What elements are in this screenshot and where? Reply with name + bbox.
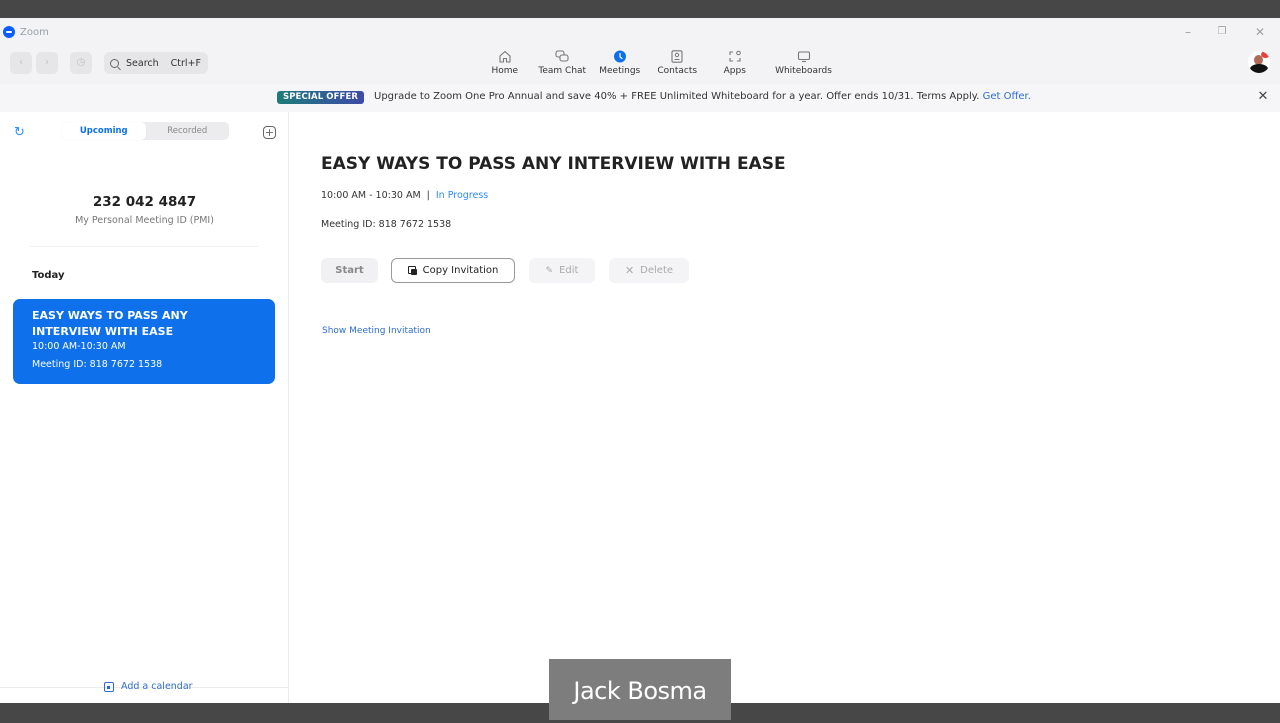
clock-icon <box>613 50 627 63</box>
search-box[interactable]: Search Ctrl+F <box>104 52 208 74</box>
chevron-left-icon: ‹ <box>19 57 23 68</box>
main-nav: Home Team Chat Meetings Contacts Apps Wh… <box>476 50 844 76</box>
separator: | <box>426 190 430 201</box>
add-calendar-label: Add a calendar <box>121 681 193 692</box>
speaker-name-tag: Jack Bosma <box>549 659 731 720</box>
nav-contacts[interactable]: Contacts <box>649 50 707 76</box>
meeting-item-title: EASY WAYS TO PASS ANY INTERVIEW WITH EAS… <box>32 309 188 338</box>
nav-team-chat-label: Team Chat <box>538 66 587 76</box>
show-invitation-link[interactable]: Show Meeting Invitation <box>322 326 431 336</box>
get-offer-link[interactable]: Get Offer. <box>983 91 1031 102</box>
meeting-time-row: 10:00 AM - 10:30 AM | In Progress <box>321 190 488 201</box>
pmi-number: 232 042 4847 <box>92 194 197 210</box>
pmi-label: My Personal Meeting ID (PMI) <box>75 215 214 226</box>
nav-contacts-label: Contacts <box>657 66 698 76</box>
app-title-text: Zoom <box>20 26 49 38</box>
meeting-list-item[interactable]: EASY WAYS TO PASS ANY INTERVIEW WITH EAS… <box>13 299 275 384</box>
nav-home[interactable]: Home <box>476 50 534 76</box>
copy-icon <box>407 266 417 275</box>
nav-meetings-label: Meetings <box>599 66 641 76</box>
offer-text: Upgrade to Zoom One Pro Annual and save … <box>374 91 1031 102</box>
nav-home-label: Home <box>491 66 519 76</box>
zoom-window: Zoom – ❐ ✕ ‹ › ◷ Search Ctrl+F Home Team… <box>0 18 1280 703</box>
chevron-right-icon: › <box>45 57 49 68</box>
search-shortcut: Ctrl+F <box>170 57 201 69</box>
offer-message: Upgrade to Zoom One Pro Annual and save … <box>374 91 983 102</box>
search-label: Search <box>126 57 159 69</box>
add-calendar-link[interactable]: Add a calendar <box>104 681 193 692</box>
meeting-actions: Start Copy Invitation ✎ Edit ✕ Delete <box>321 258 689 283</box>
start-label: Start <box>335 265 364 276</box>
delete-label: Delete <box>640 265 674 276</box>
copy-label: Copy Invitation <box>422 265 499 276</box>
app-title: Zoom <box>3 26 49 38</box>
restore-button[interactable]: ❐ <box>1214 24 1230 40</box>
nav-apps[interactable]: Apps <box>706 50 764 76</box>
meeting-id: Meeting ID: 818 7672 1538 <box>321 219 452 230</box>
start-button[interactable]: Start <box>321 258 378 283</box>
edit-label: Edit <box>559 265 579 276</box>
add-meeting-icon[interactable]: + <box>263 126 276 139</box>
meeting-detail: EASY WAYS TO PASS ANY INTERVIEW WITH EAS… <box>289 112 1280 703</box>
meetings-tabs: Upcoming Recorded <box>62 122 229 140</box>
meeting-title: EASY WAYS TO PASS ANY INTERVIEW WITH EAS… <box>321 154 786 174</box>
meeting-item-id: Meeting ID: 818 7672 1538 <box>32 359 163 370</box>
x-icon: ✕ <box>624 264 635 277</box>
chat-icon <box>555 50 569 63</box>
forward-button[interactable]: › <box>36 52 58 74</box>
pencil-icon: ✎ <box>545 265 554 276</box>
nav-whiteboards-label: Whiteboards <box>775 66 832 76</box>
close-banner-icon[interactable]: ✕ <box>1256 90 1270 104</box>
back-button[interactable]: ‹ <box>10 52 32 74</box>
refresh-icon[interactable]: ↻ <box>14 126 28 140</box>
divider <box>30 246 258 247</box>
nav-meetings[interactable]: Meetings <box>591 50 649 76</box>
nav-apps-label: Apps <box>723 66 746 76</box>
title-bar: Zoom – ❐ ✕ ‹ › ◷ Search Ctrl+F Home Team… <box>0 18 1280 84</box>
meeting-status: In Progress <box>435 190 489 201</box>
calendar-icon <box>104 681 114 692</box>
notification-badge <box>1261 51 1270 58</box>
meeting-time: 10:00 AM - 10:30 AM <box>321 190 421 201</box>
delete-button[interactable]: ✕ Delete <box>609 258 689 283</box>
special-offer-tag: SPECIAL OFFER <box>277 91 365 104</box>
nav-team-chat[interactable]: Team Chat <box>534 50 592 76</box>
contacts-icon <box>670 50 684 63</box>
home-icon <box>498 50 512 63</box>
offer-banner: SPECIAL OFFER Upgrade to Zoom One Pro An… <box>0 84 1280 112</box>
meetings-sidebar: ↻ Upcoming Recorded + 232 042 4847 My Pe… <box>0 112 289 703</box>
section-today: Today <box>32 270 65 281</box>
zoom-logo-icon <box>3 26 15 38</box>
close-window-button[interactable]: ✕ <box>1252 24 1268 40</box>
search-icon <box>110 58 119 68</box>
whiteboard-icon <box>797 50 811 63</box>
user-avatar[interactable] <box>1248 51 1270 73</box>
history-button[interactable]: ◷ <box>70 52 92 74</box>
nav-whiteboards[interactable]: Whiteboards <box>764 50 844 76</box>
minimize-button[interactable]: – <box>1180 24 1196 40</box>
tab-recorded[interactable]: Recorded <box>146 122 230 140</box>
meeting-item-time: 10:00 AM-10:30 AM <box>32 341 126 352</box>
history-icon: ◷ <box>76 57 86 68</box>
edit-button[interactable]: ✎ Edit <box>529 258 595 283</box>
copy-invitation-button[interactable]: Copy Invitation <box>391 258 515 283</box>
apps-icon <box>728 50 742 63</box>
tab-upcoming[interactable]: Upcoming <box>62 122 146 140</box>
